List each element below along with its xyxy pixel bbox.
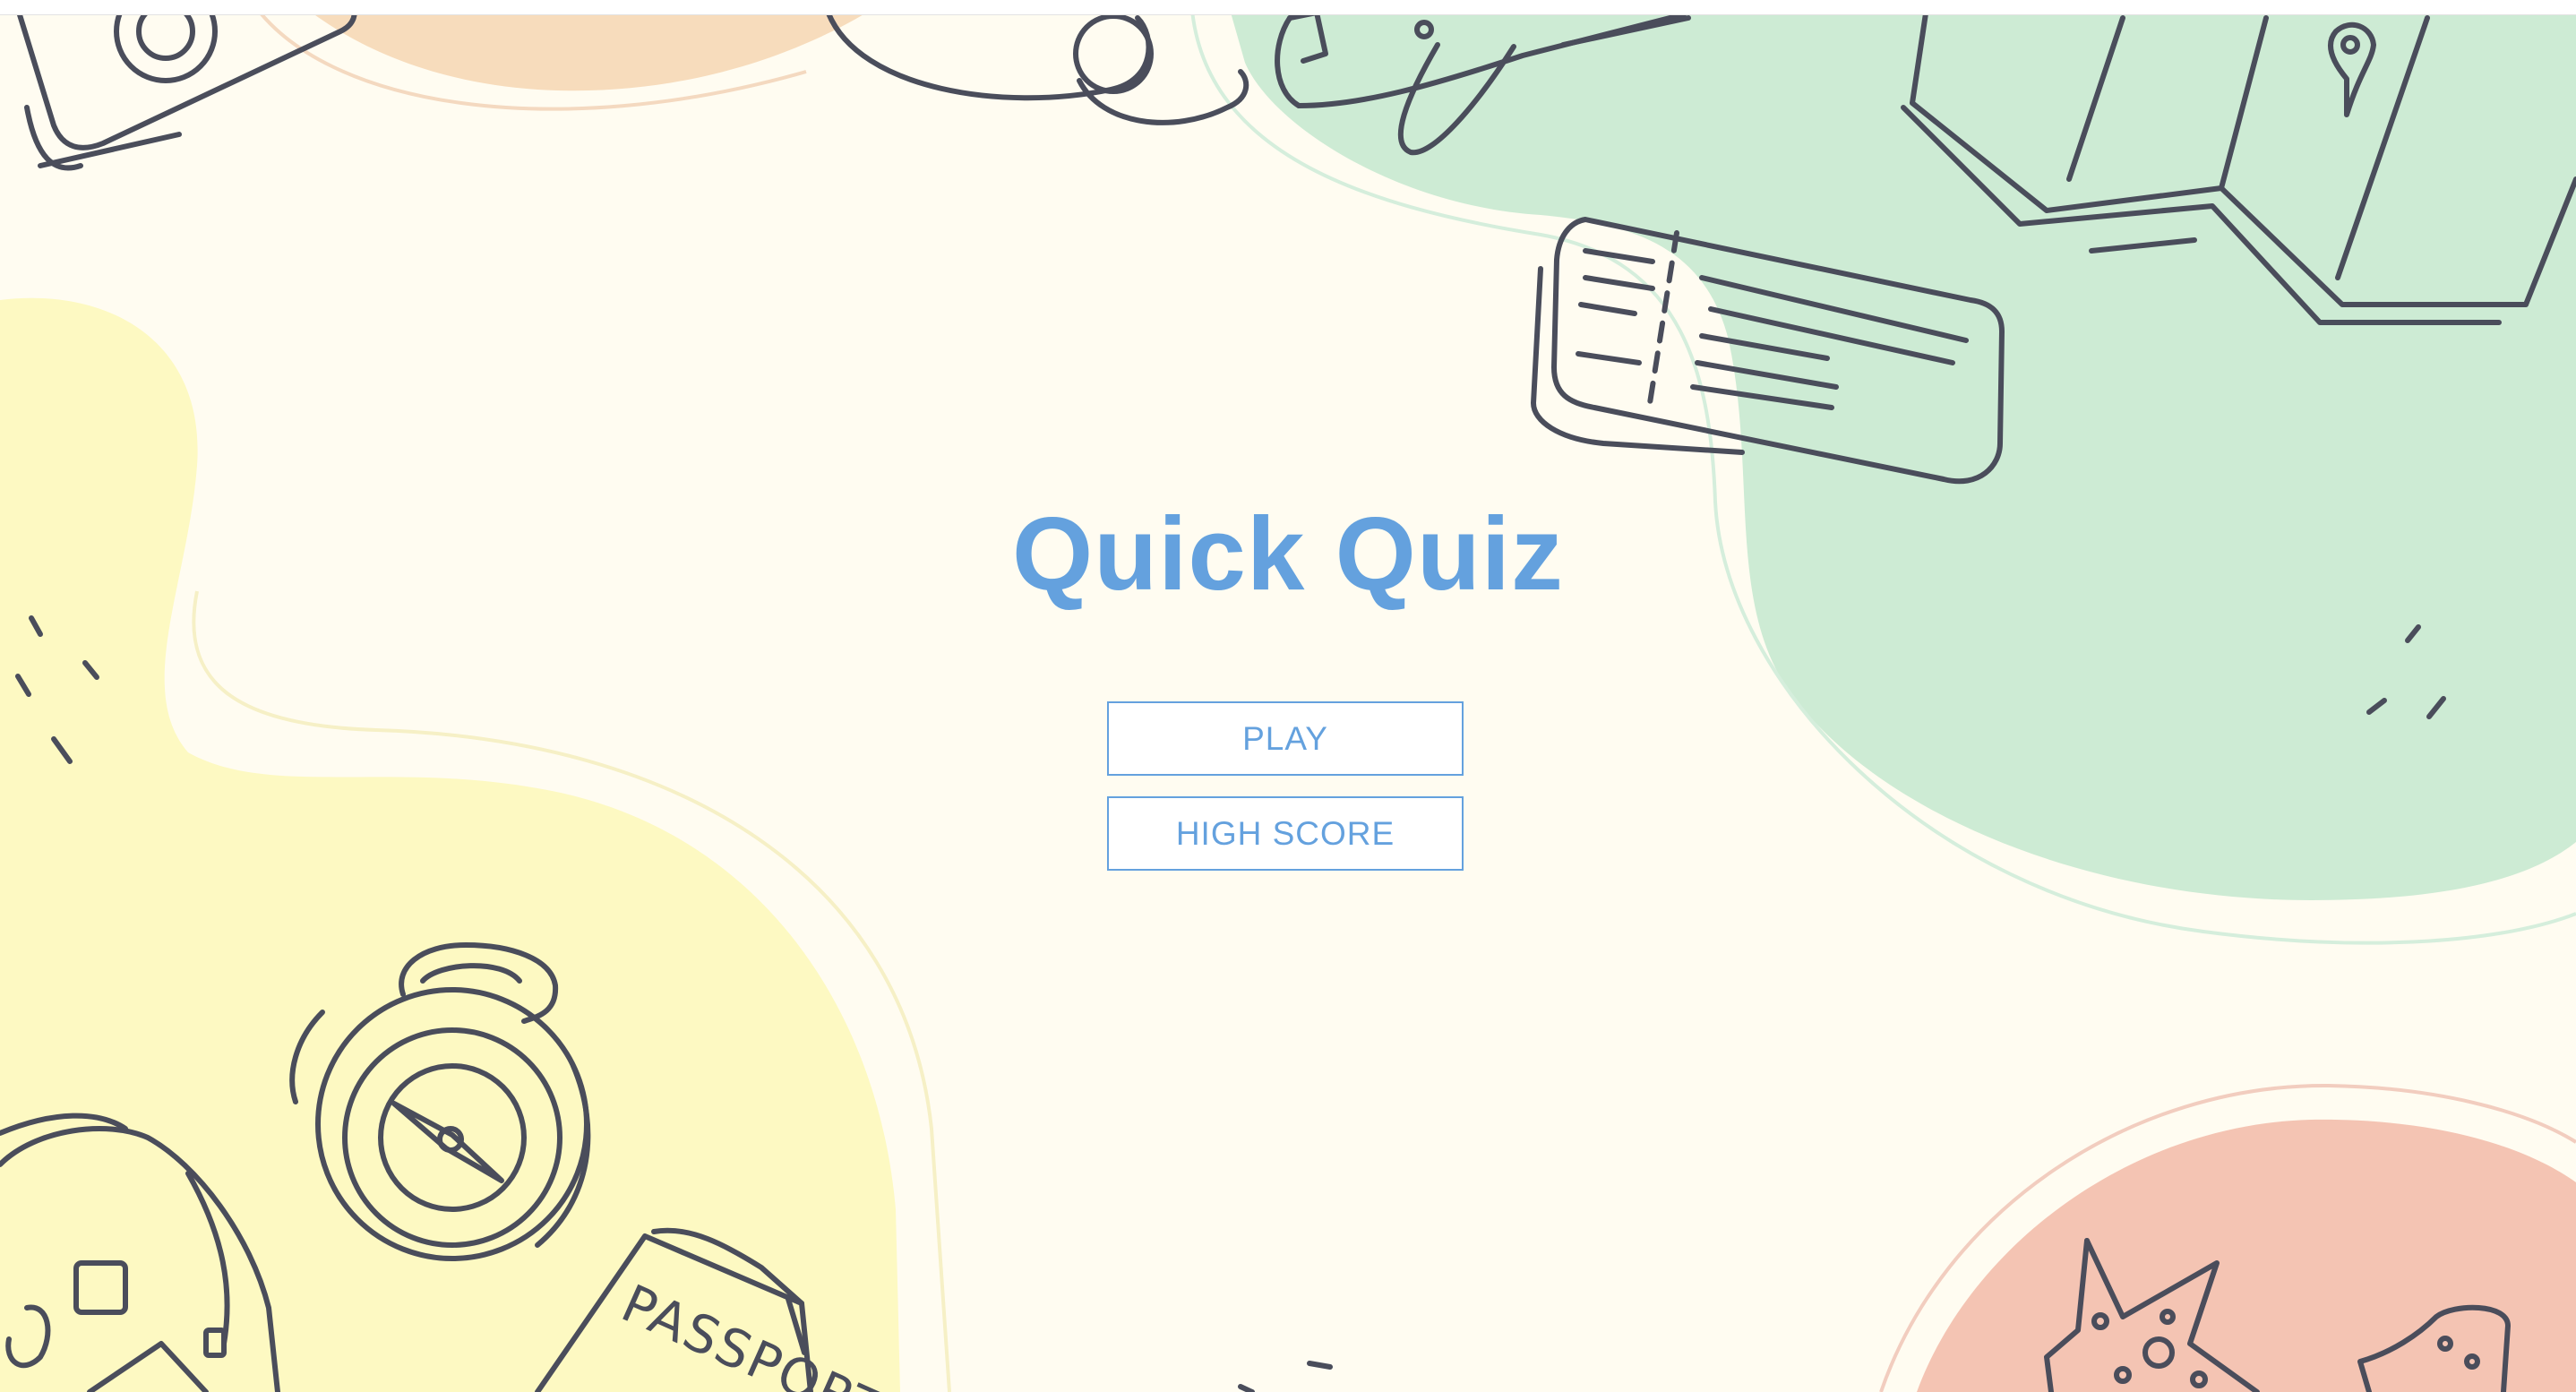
high-score-button[interactable]: HIGH SCORE	[1107, 796, 1464, 871]
quiz-home-screen: PASSPORT Quick Quiz PLAY HIGH SCORE	[0, 0, 2576, 1392]
page-title: Quick Quiz	[1012, 495, 1564, 612]
home-panel: Quick Quiz PLAY HIGH SCORE	[0, 0, 2576, 1392]
play-button[interactable]: PLAY	[1107, 701, 1464, 776]
